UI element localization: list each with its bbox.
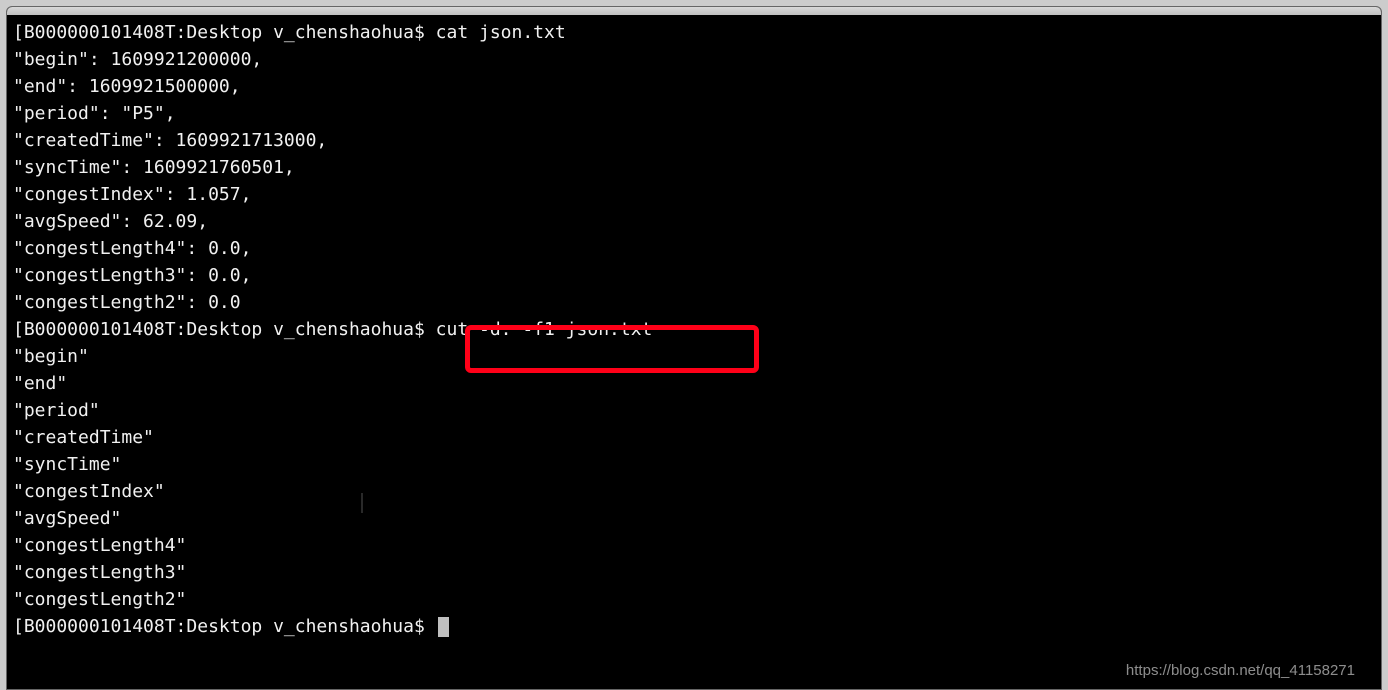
- terminal-line: "period": "P5",: [13, 100, 1375, 127]
- terminal-line: "avgSpeed": [13, 505, 1375, 532]
- terminal-line: "congestLength3": [13, 559, 1375, 586]
- terminal-line: "congestLength2": [13, 586, 1375, 613]
- terminal-content[interactable]: [B000000101408T:Desktop v_chenshaohua$ c…: [7, 15, 1381, 689]
- terminal-line: "end": 1609921500000,: [13, 73, 1375, 100]
- terminal-line: "createdTime": 1609921713000,: [13, 127, 1375, 154]
- terminal-line: "syncTime": [13, 451, 1375, 478]
- terminal-line: "begin": 1609921200000,: [13, 46, 1375, 73]
- terminal-line: [B000000101408T:Desktop v_chenshaohua$ c…: [13, 316, 1375, 343]
- terminal-line: "period": [13, 397, 1375, 424]
- cursor-block: [438, 617, 449, 637]
- terminal-line: "begin": [13, 343, 1375, 370]
- terminal-line: "congestLength4": 0.0,: [13, 235, 1375, 262]
- terminal-line: "congestLength2": 0.0: [13, 289, 1375, 316]
- terminal-line: "congestIndex": [13, 478, 1375, 505]
- terminal-line: [B000000101408T:Desktop v_chenshaohua$: [13, 613, 1375, 640]
- terminal-window: Tools Games Settings Macros Help Games S…: [6, 6, 1382, 690]
- terminal-line: [B000000101408T:Desktop v_chenshaohua$ c…: [13, 19, 1375, 46]
- terminal-line: "congestLength4": [13, 532, 1375, 559]
- terminal-line: "congestLength3": 0.0,: [13, 262, 1375, 289]
- watermark-text: https://blog.csdn.net/qq_41158271: [1126, 662, 1355, 679]
- terminal-line: "congestIndex": 1.057,: [13, 181, 1375, 208]
- terminal-line: "end": [13, 370, 1375, 397]
- terminal-line: "avgSpeed": 62.09,: [13, 208, 1375, 235]
- terminal-line: "syncTime": 1609921760501,: [13, 154, 1375, 181]
- terminal-line: "createdTime": [13, 424, 1375, 451]
